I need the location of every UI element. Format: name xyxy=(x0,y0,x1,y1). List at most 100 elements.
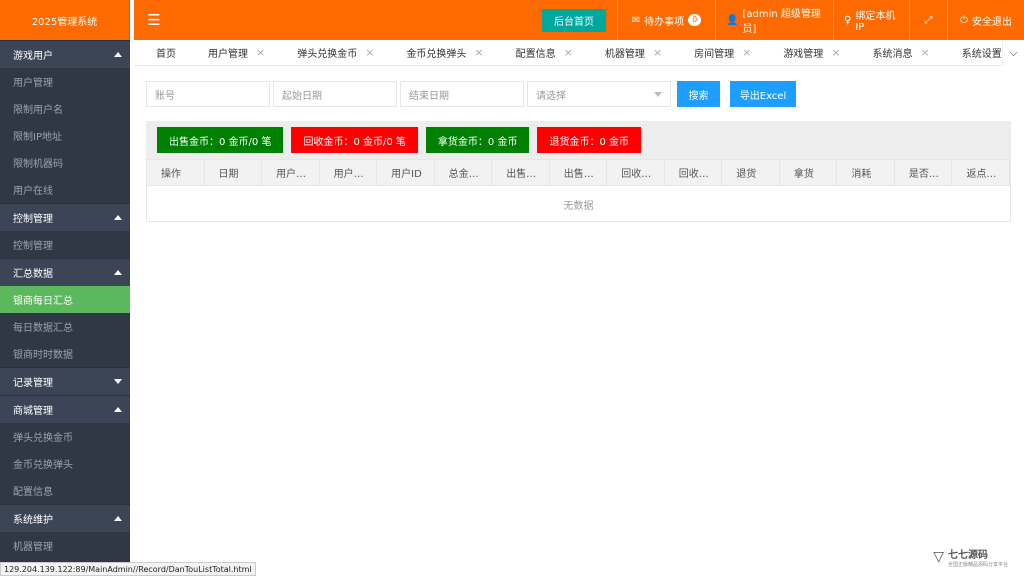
sidebar-item[interactable]: 金币兑换弹头 xyxy=(0,450,130,477)
bulb-icon: ♀ xyxy=(844,14,852,26)
tab-label: 系统消息 xyxy=(872,49,913,60)
export-excel-button[interactable]: 导出Excel xyxy=(730,81,796,107)
user-menu[interactable]: 👤 [admin 超级管理员] xyxy=(715,0,833,40)
sidebar-group-0[interactable]: 游戏用户 xyxy=(0,40,130,68)
tabs-more-icon[interactable]: ⌵ xyxy=(1002,40,1024,66)
sidebar-group-title: 控制管理 xyxy=(13,214,53,225)
sidebar-item[interactable]: 用户管理 xyxy=(0,68,130,95)
type-select[interactable]: 请选择 xyxy=(527,81,671,107)
close-icon[interactable]: × xyxy=(564,46,573,59)
sidebar-menu: 游戏用户 用户管理 限制用户名 限制IP地址 限制机器码 用户在线 控制管理 控制管理 汇总数据… xyxy=(0,40,130,559)
tab-item[interactable]: 房间管理 × xyxy=(672,40,761,65)
empty-message: 无数据 xyxy=(563,200,594,212)
tab-item[interactable]: 系统消息 × xyxy=(851,40,940,65)
sidebar-group-3[interactable]: 记录管理 xyxy=(0,367,130,395)
caret-up-icon xyxy=(114,407,122,412)
fullscreen-button[interactable]: ⤢ xyxy=(909,0,947,40)
close-icon[interactable]: × xyxy=(474,46,483,59)
todo-label: 待办事项 xyxy=(644,16,685,28)
tab-label: 机器管理 xyxy=(604,49,645,60)
sidebar: 2025管理系统 游戏用户 用户管理 限制用户名 限制IP地址 限制机器码 用户在线 控制管… xyxy=(0,0,130,576)
close-icon[interactable]: × xyxy=(742,46,751,59)
close-icon[interactable]: × xyxy=(831,46,840,59)
tab-item[interactable]: 游戏管理 × xyxy=(761,40,850,65)
table-header-cell[interactable]: 是否… xyxy=(895,160,953,185)
sidebar-item[interactable]: 机器管理 xyxy=(0,532,130,559)
home-button[interactable]: 后台首页 xyxy=(542,8,606,32)
logout-button[interactable]: ⏻ 安全退出 xyxy=(947,0,1024,40)
sidebar-group-2[interactable]: 汇总数据 xyxy=(0,258,130,286)
sidebar-item[interactable]: 用户在线 xyxy=(0,176,130,203)
close-icon[interactable]: × xyxy=(256,46,265,59)
sidebar-item[interactable]: 限制用户名 xyxy=(0,95,130,122)
header-actions: 后台首页 ✉ 待办事项 0 👤 [admin 超级管理员] ♀ 绑定本机IP ⤢… xyxy=(531,0,1024,40)
bind-ip-button[interactable]: ♀ 绑定本机IP xyxy=(833,0,909,40)
app-root: 2025管理系统 游戏用户 用户管理 限制用户名 限制IP地址 限制机器码 用户在线 控制管… xyxy=(0,0,1024,576)
table-header-cell[interactable]: 消耗 xyxy=(837,160,895,185)
power-icon: ⏻ xyxy=(960,14,968,26)
table-header-cell[interactable]: 用户ID xyxy=(377,160,435,185)
user-label: [admin 超级管理员] xyxy=(742,9,821,35)
sidebar-item[interactable]: 限制IP地址 xyxy=(0,122,130,149)
tab-item[interactable]: 配置信息 × xyxy=(494,40,583,65)
caret-down-icon xyxy=(114,379,122,384)
fullscreen-icon: ⤢ xyxy=(924,14,933,26)
tab-label: 弹头兑换金币 xyxy=(297,49,358,60)
tab-bar: 首页 用户管理 × 弹头兑换金币 × 金币兑换弹头 × 配置信息 × 机器管理 × 房间管理 × 游戏管理… xyxy=(134,40,1024,66)
table-header-cell[interactable]: 拿货 xyxy=(780,160,838,185)
caret-up-icon xyxy=(114,516,122,521)
tab-item[interactable]: 用户管理 × xyxy=(186,40,275,65)
close-icon[interactable]: × xyxy=(653,46,662,59)
account-input[interactable]: 账号 xyxy=(146,81,270,107)
sidebar-item[interactable]: 每日数据汇总 xyxy=(0,313,130,340)
table-header-cell[interactable]: 退货 xyxy=(722,160,780,185)
sidebar-item[interactable]: 弹头兑换金币 xyxy=(0,423,130,450)
start-date-input[interactable]: 起始日期 xyxy=(273,81,397,107)
summary-stats: 出售金币：0 金币/0 笔回收金币：0 金币/0 笔拿货金币：0 金币 退货金币：… xyxy=(146,121,1011,159)
tab-item[interactable]: 金币兑换弹头 × xyxy=(384,40,493,65)
sidebar-group-title: 商城管理 xyxy=(13,406,53,417)
sidebar-group-1[interactable]: 控制管理 xyxy=(0,203,130,231)
stat-badge: 退货金币：0 金币 xyxy=(537,127,641,153)
table-header-cell[interactable]: 回收… xyxy=(665,160,723,185)
sidebar-group-title: 记录管理 xyxy=(13,378,53,389)
sidebar-group-title: 汇总数据 xyxy=(13,269,53,280)
table-header-cell[interactable]: 操作 xyxy=(147,160,205,185)
type-select-value: 请选择 xyxy=(536,90,566,102)
sidebar-group-4[interactable]: 商城管理 xyxy=(0,395,130,423)
tab-label: 配置信息 xyxy=(515,49,556,60)
table-header: 操作 日期 用户… 用户… 用户ID 总金… 出售… 出售… 回收… 回收… 退货 拿货 消耗 是否… 返点… xyxy=(147,160,1010,186)
sidebar-scrollbar[interactable] xyxy=(131,40,133,576)
tab-label: 游戏管理 xyxy=(783,49,824,60)
menu-toggle-icon[interactable]: ☰ xyxy=(134,0,174,40)
tab-item[interactable]: 机器管理 × xyxy=(583,40,672,65)
close-icon[interactable]: × xyxy=(365,46,374,59)
sidebar-item[interactable]: 限制机器码 xyxy=(0,149,130,176)
stat-badge: 出售金币：0 金币/0 笔 xyxy=(157,127,284,153)
caret-down-icon xyxy=(654,91,662,97)
sidebar-item[interactable]: 配置信息 xyxy=(0,477,130,504)
sidebar-item[interactable]: 控制管理 xyxy=(0,231,130,258)
table-header-cell[interactable]: 用户… xyxy=(262,160,320,185)
tab-item[interactable]: 弹头兑换金币 × xyxy=(275,40,384,65)
tab-item[interactable]: 首页 xyxy=(134,40,186,65)
table-header-cell[interactable]: 出售… xyxy=(492,160,550,185)
logout-label: 安全退出 xyxy=(971,16,1012,28)
end-date-input[interactable]: 结束日期 xyxy=(400,81,524,107)
sidebar-group-5[interactable]: 系统维护 xyxy=(0,504,130,532)
caret-up-icon xyxy=(114,215,122,220)
table-header-cell[interactable]: 日期 xyxy=(205,160,263,185)
table-header-cell[interactable]: 出售… xyxy=(550,160,608,185)
sidebar-item[interactable]: 银商时时数据 xyxy=(0,340,130,367)
search-button[interactable]: 搜索 xyxy=(677,81,720,107)
close-icon[interactable]: × xyxy=(921,46,930,59)
table-header-cell[interactable]: 回收… xyxy=(607,160,665,185)
table-header-cell[interactable]: 总金… xyxy=(435,160,493,185)
watermark-sub: 全国正版精品源码分享平台 xyxy=(947,562,1008,568)
todo-count-badge: 0 xyxy=(688,14,702,26)
todo-button[interactable]: ✉ 待办事项 0 xyxy=(617,0,715,40)
sidebar-item[interactable]: 银商每日汇总 xyxy=(0,286,130,313)
table-header-cell[interactable]: 返点… xyxy=(952,160,1010,185)
mail-icon: ✉ xyxy=(631,14,641,26)
table-header-cell[interactable]: 用户… xyxy=(320,160,378,185)
